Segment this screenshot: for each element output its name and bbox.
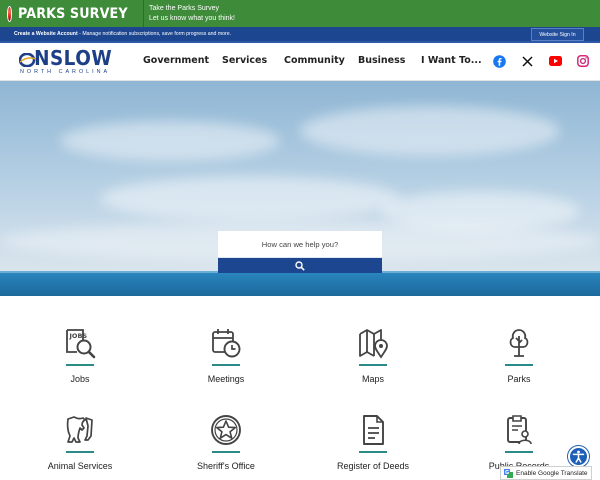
animal-icon [63,413,97,447]
map-pin-icon [356,326,390,360]
banner-line-1: Take the Parks Survey [149,4,220,12]
account-bar: Create a Website Account - Manage notifi… [0,27,600,43]
create-account-link[interactable]: Create a Website Account [14,31,78,37]
link-underline [66,364,94,366]
youtube-icon[interactable] [548,54,562,68]
link-underline [66,451,94,453]
nav-government[interactable]: Government [143,55,209,66]
site-header: ONSLOW NORTH CAROLINA Government Service… [0,43,600,81]
link-underline [359,451,387,453]
ocean [0,273,600,296]
onslow-logo[interactable]: ONSLOW NORTH CAROLINA [18,47,122,77]
google-translate-icon: G [504,468,513,478]
tree-icon [502,326,536,360]
calendar-clock-icon [209,326,243,360]
link-underline [505,364,533,366]
search-input[interactable]: How can we help you? [218,231,382,257]
logo-wordmark: ONSLOW [34,46,113,70]
cloud [300,106,560,156]
banner-line-2: Let us know what you think! [149,14,235,22]
search-placeholder: How can we help you? [261,239,339,249]
nav-i-want-to[interactable]: I Want To... [421,55,482,66]
account-message: Create a Website Account - Manage notifi… [14,31,231,37]
quick-link-meetings[interactable]: Meetings [166,326,286,392]
translate-label: Enable Google Translate [516,469,588,477]
quick-link-label: Maps [361,374,384,384]
quick-link-label: Register of Deeds [336,461,410,471]
quick-link-animal-services[interactable]: Animal Services [20,413,140,479]
google-translate-button[interactable]: G Enable Google Translate [500,466,592,480]
link-underline [212,364,240,366]
hero-banner: How can we help you? [0,81,600,296]
jobs-icon: JOBS [63,326,97,360]
facebook-icon[interactable] [492,54,506,68]
cloud [60,121,280,161]
search-icon [295,260,305,271]
link-underline [212,451,240,453]
search-button[interactable] [218,258,382,273]
nav-business[interactable]: Business [358,55,405,66]
quick-link-label: Meetings [207,374,245,384]
parks-survey-badge[interactable]: PARKS SURVEY [0,0,143,27]
red-dot-icon [7,5,13,22]
logo-subtitle: NORTH CAROLINA [20,69,111,75]
quick-link-maps[interactable]: Maps [313,326,433,392]
cloud [100,176,400,221]
account-description: - Manage notification subscriptions, sav… [77,31,232,37]
quick-link-label: Animal Services [47,461,113,471]
accessibility-button[interactable] [568,446,589,467]
quick-link-label: Sheriff's Office [197,461,255,471]
quick-link-parks[interactable]: Parks [459,326,579,392]
sheriff-badge-icon [209,413,243,447]
link-underline [505,451,533,453]
quick-link-label: Jobs [70,374,90,384]
banner-message[interactable]: Take the Parks Survey Let us know what y… [144,4,235,24]
records-icon [502,413,536,447]
link-underline [359,364,387,366]
quick-link-jobs[interactable]: JOBS Jobs [20,326,140,392]
website-signin-button[interactable]: Website Sign In [531,28,584,41]
nav-services[interactable]: Services [222,55,267,66]
quick-link-register-of-deeds[interactable]: Register of Deeds [313,413,433,479]
quick-link-sheriffs-office[interactable]: Sheriff's Office [166,413,286,479]
nav-community[interactable]: Community [284,55,345,66]
quick-link-label: Parks [507,374,531,384]
svg-text:JOBS: JOBS [69,332,88,340]
svg-text:G: G [505,470,509,476]
document-icon [356,413,390,447]
accessibility-icon [572,450,585,463]
parks-survey-banner[interactable]: PARKS SURVEY Take the Parks Survey Let u… [0,0,600,27]
banner-title[interactable]: PARKS SURVEY [18,6,128,22]
x-icon[interactable] [520,54,534,68]
instagram-icon[interactable] [576,54,590,68]
